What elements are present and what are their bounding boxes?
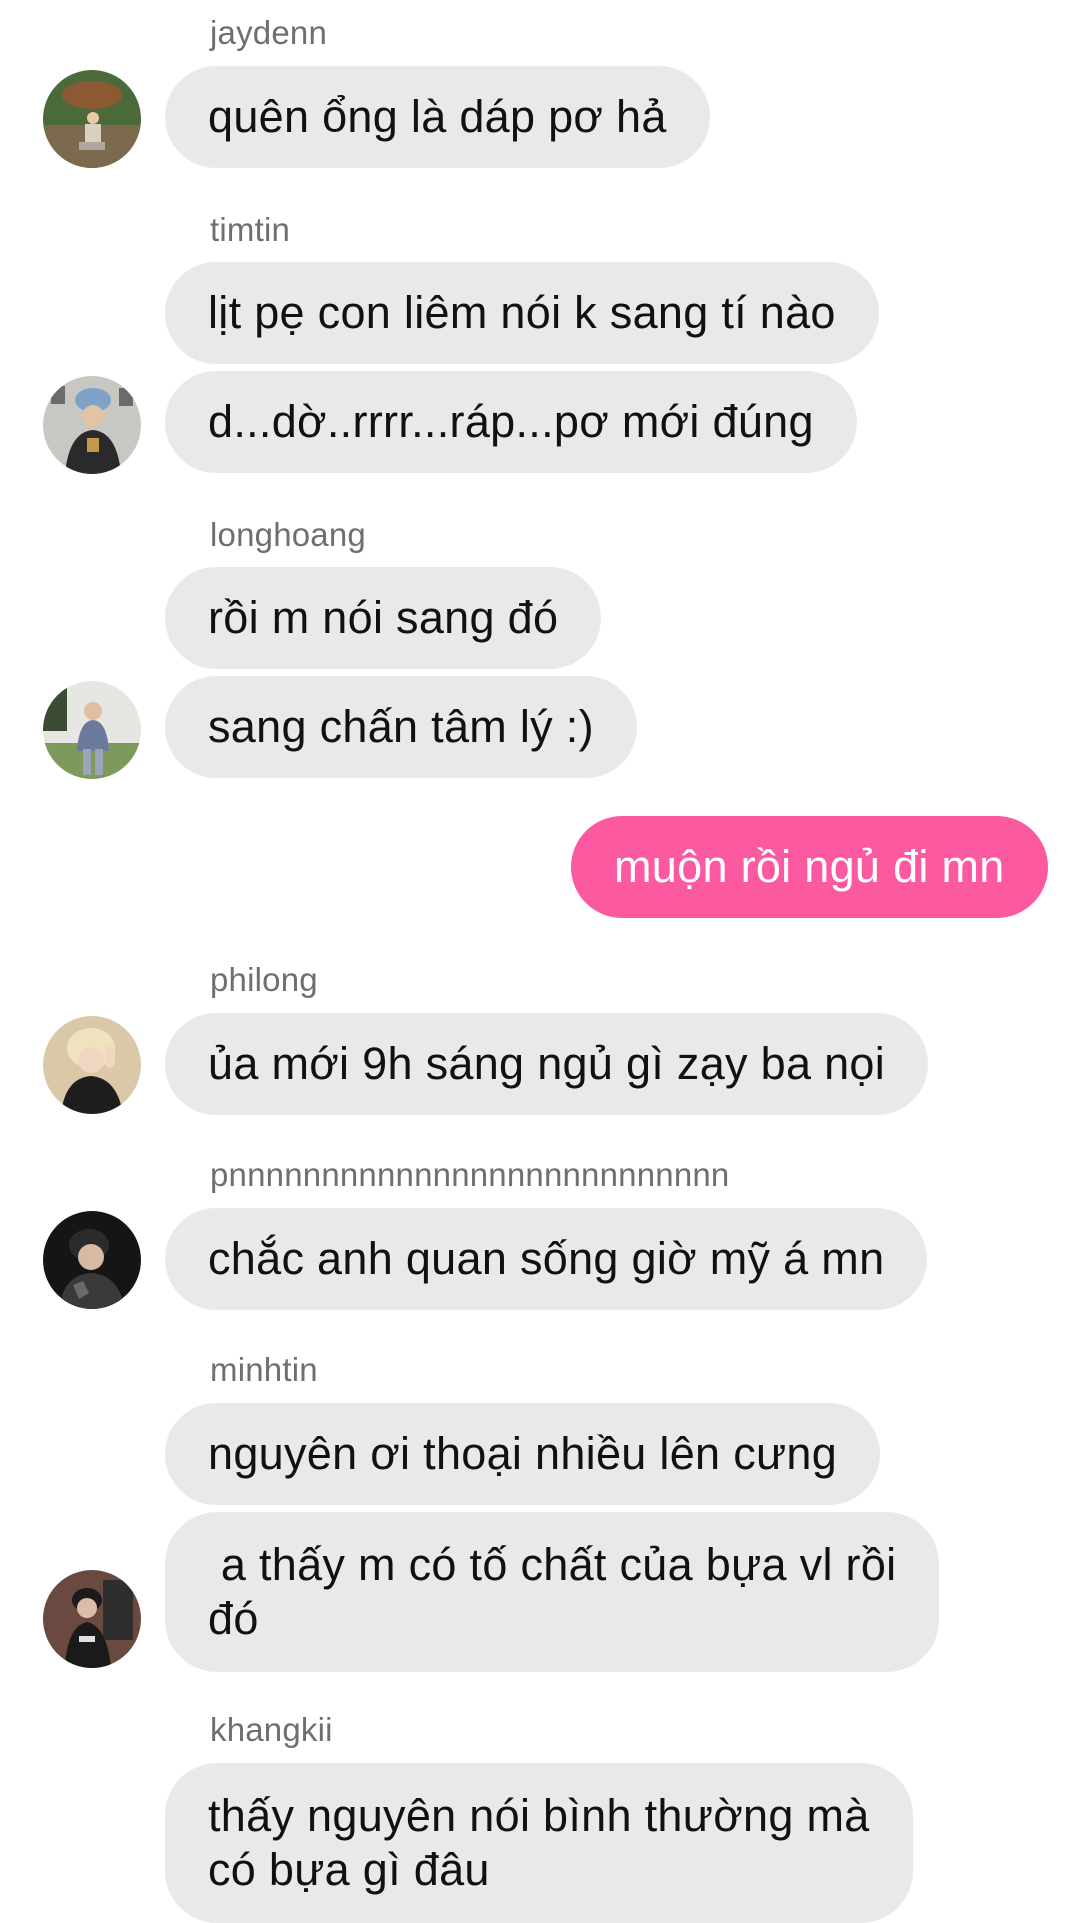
avatar[interactable] [43,376,141,474]
sender-name: timtin [210,211,291,248]
message-bubble[interactable]: nguyên ơi thoại nhiều lên cưng [165,1403,881,1505]
sender-name: jaydenn [210,14,327,51]
message-bubble[interactable]: chắc anh quan sống giờ mỹ á mn [165,1208,928,1310]
message-bubble[interactable]: sang chấn tâm lý :) [165,676,637,778]
message-bubble[interactable]: thấy nguyên nói bình thường mà có bựa gì… [165,1763,913,1923]
avatar[interactable] [43,1211,141,1309]
sender-name: philong [210,961,318,998]
message-bubble[interactable]: d...dờ..rrrr...ráp...pơ mới đúng [165,371,857,473]
avatar[interactable] [43,681,141,779]
sender-name: minhtin [210,1351,318,1388]
message-bubble[interactable]: ủa mới 9h sáng ngủ gì zạy ba nọi [165,1013,929,1115]
own-message-bubble[interactable]: muộn rồi ngủ đi mn [571,816,1048,918]
message-bubble[interactable]: rồi m nói sang đó [165,567,602,669]
chat-thread[interactable]: jaydenn quên ổng là dáp pơ hả timtin lịt… [0,0,1080,1923]
avatar[interactable] [43,1570,141,1668]
avatar[interactable] [43,1016,141,1114]
sender-name: pnnnnnnnnnnnnnnnnnnnnnnnnnnn [210,1156,730,1193]
avatar[interactable] [43,70,141,168]
message-bubble[interactable]: quên ổng là dáp pơ hả [165,66,710,168]
message-bubble[interactable]: lịt pẹ con liêm nói k sang tí nào [165,262,879,364]
message-bubble[interactable]: a thấy m có tố chất của bựa vl rồi đó [165,1512,940,1672]
sender-name: longhoang [210,516,366,553]
sender-name: khangkii [210,1711,333,1748]
